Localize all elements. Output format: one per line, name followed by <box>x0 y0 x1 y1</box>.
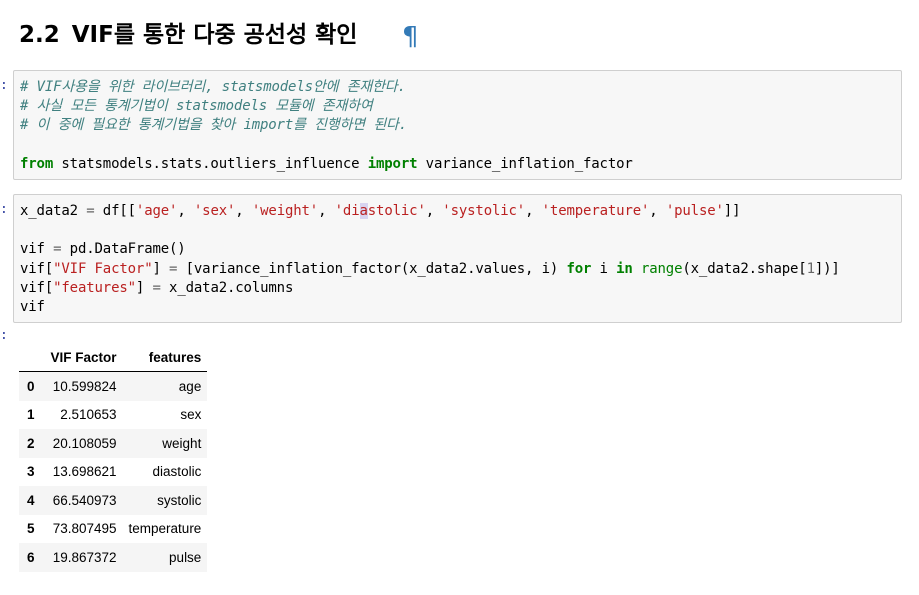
keyword-for: for <box>566 260 592 277</box>
code-string: 'systolic' <box>442 203 526 219</box>
section-number: 2.2 <box>19 22 60 48</box>
section-heading: 2.2 VIF를 통한 다중 공선성 확인 <box>19 18 357 52</box>
table-row: 6 19.867372 pulse <box>19 543 208 572</box>
row-index: 2 <box>27 435 35 451</box>
code-string: 'weight' <box>251 203 319 219</box>
feature-name: pulse <box>169 549 202 565</box>
index-header <box>19 343 45 372</box>
code-comment: # 사실 모든 통계기법이 statsmodels 모듈에 존재하여 <box>20 98 373 115</box>
code-module: statsmodels.stats.outliers_influence <box>53 155 368 172</box>
code-comment: # 이 중에 필요한 통계기법을 찾아 import를 진행하면 된다. <box>20 117 408 134</box>
code-text: pd.DataFrame() <box>61 241 186 258</box>
code-text: vif[ <box>20 279 54 296</box>
row-index: 1 <box>27 407 35 423</box>
code-text: , <box>318 203 335 219</box>
row-index: 3 <box>27 464 35 480</box>
code-text: , <box>425 203 443 219</box>
text-cursor: a <box>359 203 368 219</box>
row-index: 4 <box>27 492 35 508</box>
keyword-from: from <box>20 155 54 172</box>
feature-name: temperature <box>128 521 202 537</box>
column-header-vif-factor: VIF Factor <box>44 343 123 372</box>
code-text: , <box>649 203 666 219</box>
feature-name: sex <box>180 407 202 423</box>
code-text: x_data2.columns <box>160 279 294 296</box>
cell-prompt: : <box>0 202 8 217</box>
row-index: 5 <box>27 521 35 537</box>
vif-value: 10.599824 <box>52 378 117 394</box>
code-editor[interactable]: # VIF사용을 위한 라이브러리, statsmodels안에 존재한다. #… <box>14 71 901 181</box>
code-text: [variance_inflation_factor(x_data2.value… <box>177 260 567 277</box>
code-comment: # VIF사용을 위한 라이브러리, statsmodels안에 존재한다. <box>20 79 406 95</box>
code-string: "features" <box>53 279 136 296</box>
code-text: ] <box>152 260 170 277</box>
code-editor[interactable]: x_data2 = df[['age', 'sex', 'weight', 'd… <box>14 195 901 324</box>
vif-value: 20.108059 <box>52 435 117 451</box>
code-name: variance_inflation_factor <box>417 155 633 172</box>
keyword-import: import <box>367 155 418 172</box>
section-title: VIF를 통한 다중 공선성 확인 <box>71 22 358 48</box>
code-text: vif <box>20 299 45 316</box>
vif-value: 19.867372 <box>52 549 117 565</box>
table-row: 0 10.599824 age <box>19 371 208 401</box>
feature-name: systolic <box>157 492 202 508</box>
code-text: ] <box>135 279 153 296</box>
vif-value: 13.698621 <box>52 464 117 480</box>
code-text: , <box>177 203 194 219</box>
code-text: (x_data2.shape[ <box>682 260 807 277</box>
column-header-features: features <box>122 343 208 372</box>
table-header-row: VIF Factor features <box>19 343 208 372</box>
code-operator: = <box>86 203 95 219</box>
vif-value: 2.510653 <box>60 407 117 423</box>
code-text: i <box>591 260 617 277</box>
anchor-link-icon[interactable]: ¶ <box>402 20 419 54</box>
code-cell-vif[interactable]: x_data2 = df[['age', 'sex', 'weight', 'd… <box>13 194 902 323</box>
keyword-in: in <box>616 260 633 277</box>
feature-name: age <box>178 378 202 394</box>
code-text: ])] <box>814 260 840 277</box>
table-row: 3 13.698621 diastolic <box>19 458 207 487</box>
code-string: stolic' <box>367 203 426 219</box>
table-row: 4 66.540973 systolic <box>19 486 208 515</box>
code-string: 'pulse' <box>665 203 724 219</box>
code-text: , <box>525 203 542 219</box>
row-index: 0 <box>27 378 35 394</box>
table-row: 1 2.510653 sex <box>19 401 207 430</box>
row-index: 6 <box>27 549 35 565</box>
code-string: "VIF Factor" <box>53 260 153 277</box>
code-text: vif <box>20 241 54 258</box>
code-operator: = <box>152 279 161 296</box>
code-string: 'sex' <box>193 203 236 219</box>
builtin-range: range <box>640 260 683 277</box>
code-text: vif[ <box>20 260 54 277</box>
vif-dataframe-table: VIF Factor features 0 10.599824 age 1 2.… <box>19 343 208 572</box>
output-prompt: : <box>0 328 8 343</box>
vif-value: 66.540973 <box>52 492 117 508</box>
code-number: 1 <box>806 260 815 277</box>
code-string: 'age' <box>135 203 178 219</box>
code-text: , <box>235 203 252 219</box>
feature-name: diastolic <box>152 464 202 480</box>
table-row: 5 73.807495 temperature <box>19 515 207 544</box>
code-string: 'temperature' <box>541 203 650 219</box>
code-string: 'di <box>334 203 360 219</box>
feature-name: weight <box>162 435 202 451</box>
code-text: ]] <box>723 203 741 219</box>
table-row: 2 20.108059 weight <box>19 429 208 458</box>
vif-value: 73.807495 <box>52 521 117 537</box>
cell-prompt: : <box>0 78 8 93</box>
code-cell-import[interactable]: # VIF사용을 위한 라이브러리, statsmodels안에 존재한다. #… <box>13 70 902 180</box>
code-text: x_data2 <box>20 203 87 219</box>
code-text: df[[ <box>94 203 136 219</box>
